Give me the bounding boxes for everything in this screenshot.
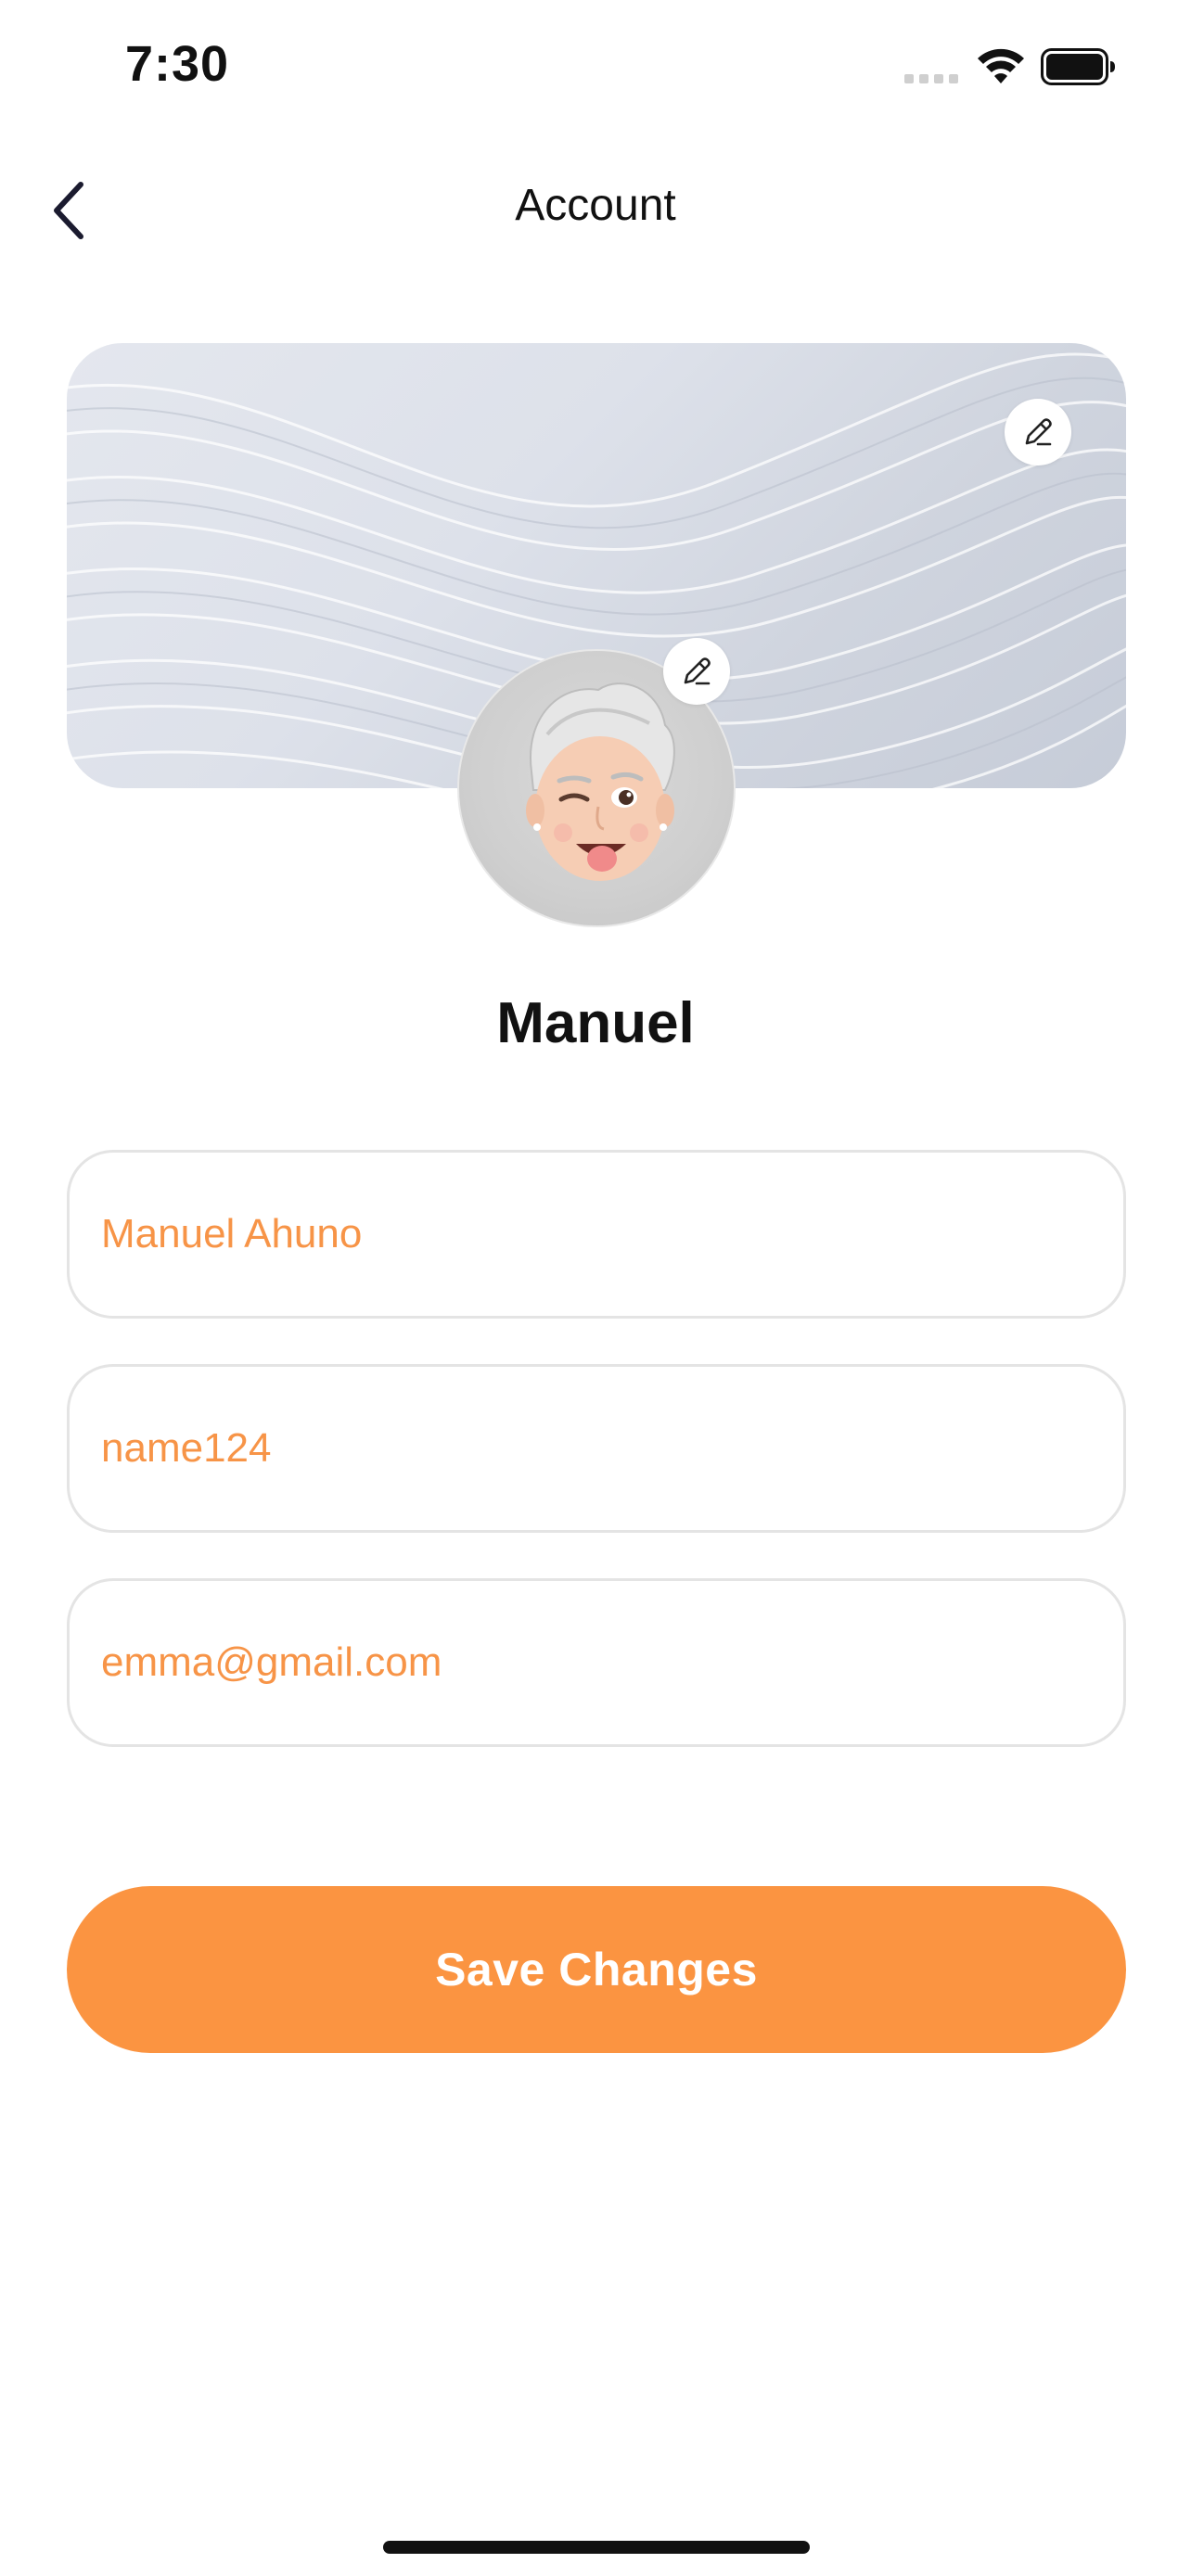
email-field-container: [67, 1578, 1126, 1747]
account-screen: 7:30 Account Manuel Manuel Ahuno name124…: [0, 0, 1191, 2576]
full-name-input[interactable]: [101, 1211, 1123, 1257]
email-input[interactable]: [101, 1639, 1123, 1686]
status-time: 7:30: [125, 36, 230, 92]
edit-avatar-button[interactable]: [663, 638, 730, 705]
wifi-icon: [978, 48, 1024, 83]
full-name-field-container: [67, 1150, 1126, 1319]
pencil-icon: [684, 657, 711, 685]
status-bar: 7:30: [0, 0, 1191, 139]
username-input[interactable]: [101, 1425, 1123, 1472]
profile-display-name: Manuel: [496, 991, 695, 1055]
battery-icon: [1041, 48, 1115, 85]
cellular-signal-icon: [904, 74, 958, 83]
save-changes-button[interactable]: Save Changes: [67, 1886, 1126, 2053]
nav-header: Account: [0, 158, 1191, 260]
page-title: Account: [515, 181, 676, 230]
username-field-container: [67, 1364, 1126, 1533]
pencil-icon: [1025, 418, 1052, 446]
home-indicator: [383, 2541, 810, 2554]
edit-cover-button[interactable]: [1005, 399, 1071, 465]
